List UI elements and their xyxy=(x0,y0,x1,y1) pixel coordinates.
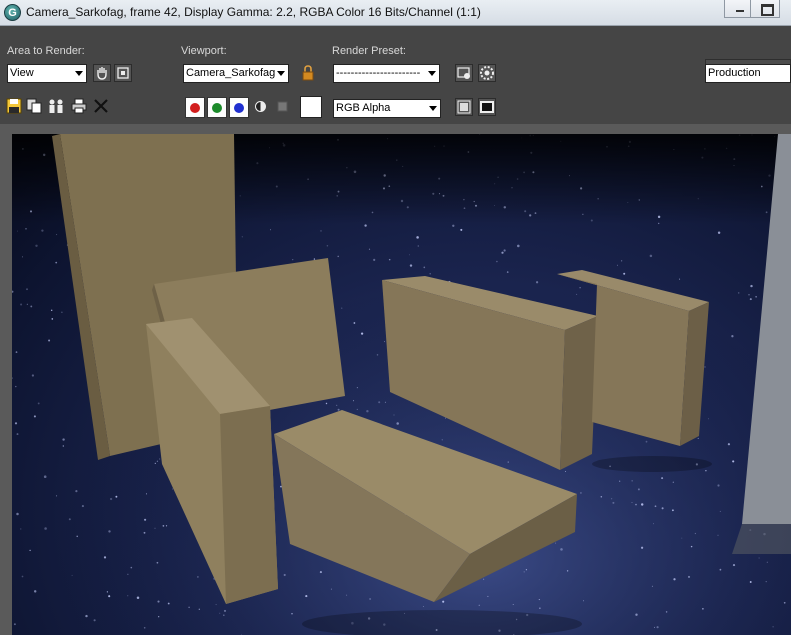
render-preset-label: Render Preset: xyxy=(332,45,406,57)
app-icon[interactable]: G xyxy=(4,4,21,21)
area-to-render-label: Area to Render: xyxy=(7,45,85,57)
render-viewport[interactable] xyxy=(0,124,791,635)
green-channel-icon[interactable] xyxy=(207,97,227,118)
rendered-scene xyxy=(12,134,791,635)
render-preset-dropdown[interactable]: ----------------------- xyxy=(333,64,440,83)
viewport-dropdown[interactable]: Camera_Sarkofag xyxy=(183,64,289,83)
render-mode-value: Production xyxy=(708,67,761,79)
title-bar: G Camera_Sarkofag, frame 42, Display Gam… xyxy=(0,0,791,26)
chevron-down-icon xyxy=(75,71,83,76)
alpha-toggle-icon[interactable] xyxy=(254,100,267,113)
monochrome-icon[interactable] xyxy=(277,101,288,112)
viewport-value: Camera_Sarkofag xyxy=(186,67,276,79)
pan-hand-icon[interactable] xyxy=(93,64,111,82)
area-to-render-dropdown[interactable]: View xyxy=(7,64,87,83)
rendered-image xyxy=(12,134,791,635)
maximize-icon[interactable] xyxy=(750,0,780,18)
channel-dropdown[interactable]: RGB Alpha xyxy=(333,99,441,118)
print-icon[interactable] xyxy=(71,98,87,114)
color-swatch-icon[interactable] xyxy=(300,96,322,118)
red-channel-icon[interactable] xyxy=(185,97,205,118)
viewport-label: Viewport: xyxy=(181,45,227,57)
window-title: Camera_Sarkofag, frame 42, Display Gamma… xyxy=(26,5,481,19)
render-preset-value: ----------------------- xyxy=(336,67,421,79)
environment-settings-icon[interactable] xyxy=(455,64,473,82)
copy-image-icon[interactable] xyxy=(26,98,42,114)
gear-icon[interactable] xyxy=(478,64,496,82)
area-to-render-value: View xyxy=(10,67,34,79)
blue-channel-icon[interactable] xyxy=(229,97,249,118)
display-toggle-icon[interactable] xyxy=(478,98,496,116)
save-image-icon[interactable] xyxy=(6,98,22,114)
clone-window-icon[interactable] xyxy=(48,98,64,114)
chevron-down-icon xyxy=(429,106,437,111)
clear-icon[interactable] xyxy=(93,98,109,114)
chevron-down-icon xyxy=(277,71,285,76)
render-mode-dropdown[interactable]: Production xyxy=(705,64,791,83)
viewport-lock-icon[interactable] xyxy=(300,64,318,82)
channel-value: RGB Alpha xyxy=(336,102,391,114)
chevron-down-icon xyxy=(428,71,436,76)
toggle-overlay-icon[interactable] xyxy=(455,98,473,116)
region-lock-icon[interactable] xyxy=(114,64,132,82)
